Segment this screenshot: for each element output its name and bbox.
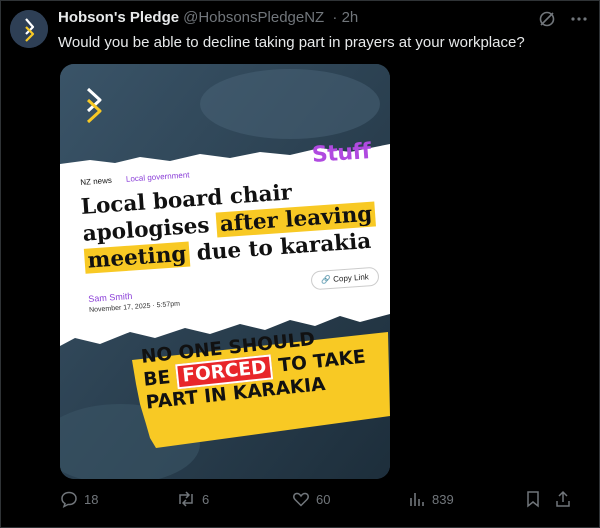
avatar[interactable] <box>10 10 48 48</box>
reply-count: 18 <box>84 491 99 507</box>
like-count: 60 <box>316 491 331 507</box>
grok-icon[interactable] <box>538 10 556 28</box>
view-count: 839 <box>432 491 454 507</box>
reply-icon <box>61 491 77 508</box>
repost-button[interactable]: 6 <box>176 490 209 508</box>
views-icon <box>410 493 424 506</box>
more-options-icon[interactable] <box>570 10 588 28</box>
action-bar: 18 6 60 839 <box>60 490 580 512</box>
hobsons-logo-icon <box>10 10 48 48</box>
tweet-text: Would you be able to decline taking part… <box>58 34 525 51</box>
share-icon <box>556 490 570 507</box>
views-button[interactable]: 839 <box>408 490 454 508</box>
stuff-brand-logo: Stuff <box>311 138 372 169</box>
bookmark-icon <box>527 491 539 508</box>
bookmark-button[interactable] <box>524 490 542 508</box>
hobsons-pledge-logo-icon <box>86 87 102 124</box>
copy-link-label: Copy Link <box>332 272 370 284</box>
reply-button[interactable]: 18 <box>60 490 98 508</box>
like-button[interactable]: 60 <box>292 490 330 508</box>
share-button[interactable] <box>554 490 572 508</box>
link-icon: 🔗 <box>320 274 332 285</box>
heart-icon <box>293 492 309 507</box>
post-time[interactable]: · 2h <box>332 9 358 26</box>
author-name[interactable]: Hobson's Pledge <box>58 9 179 26</box>
tweet-image[interactable]: Stuff NZ news Local government Local boa… <box>60 64 390 479</box>
banner-be: BE <box>142 367 172 391</box>
author-handle[interactable]: @HobsonsPledgeNZ <box>183 9 324 26</box>
repost-count: 6 <box>202 491 210 507</box>
repost-icon <box>179 491 193 507</box>
